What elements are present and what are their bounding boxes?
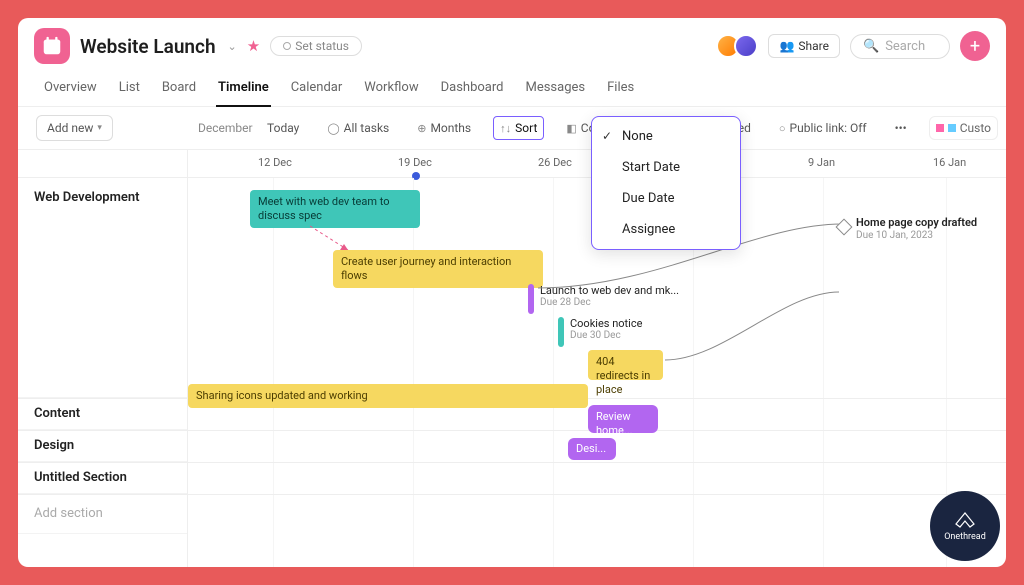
tab-timeline[interactable]: Timeline bbox=[216, 74, 271, 107]
timeline-toolbar: Add new ▾ December Today ◯All tasks ⊕Mon… bbox=[18, 107, 1006, 150]
task-sharing[interactable]: Sharing icons updated and working bbox=[188, 384, 588, 408]
color-icon: ◧ bbox=[566, 122, 576, 135]
search-placeholder: Search bbox=[885, 39, 925, 54]
link-icon: ○ bbox=[779, 122, 786, 135]
sort-option-none[interactable]: None bbox=[592, 121, 740, 152]
milestone-home-copy[interactable]: Home page copy drafted Due 10 Jan, 2023 bbox=[838, 218, 850, 237]
month-label: December bbox=[198, 121, 253, 135]
set-status-label: Set status bbox=[295, 39, 349, 53]
project-title: Website Launch bbox=[80, 35, 216, 58]
status-dot-icon bbox=[283, 42, 291, 50]
tab-board[interactable]: Board bbox=[160, 74, 198, 106]
tab-messages[interactable]: Messages bbox=[523, 74, 587, 106]
task-cookies-label: Cookies notice Due 30 Dec bbox=[570, 317, 642, 341]
sort-icon: ↑↓ bbox=[500, 122, 511, 135]
member-avatars[interactable] bbox=[722, 34, 758, 58]
more-button[interactable]: ••• bbox=[889, 117, 913, 139]
diamond-icon bbox=[836, 219, 853, 236]
star-icon[interactable]: ★ bbox=[247, 37, 260, 55]
share-button[interactable]: 👥 Share bbox=[768, 34, 840, 58]
share-label: Share bbox=[798, 39, 829, 53]
color-swatch-icon bbox=[948, 124, 956, 132]
people-icon: 👥 bbox=[779, 39, 794, 53]
app-icon bbox=[34, 28, 70, 64]
chevron-down-icon: ▾ bbox=[97, 123, 102, 133]
add-new-button[interactable]: Add new ▾ bbox=[36, 115, 113, 141]
all-tasks-filter[interactable]: ◯All tasks bbox=[321, 117, 395, 139]
add-section-button[interactable]: Add section bbox=[18, 494, 187, 534]
tab-calendar[interactable]: Calendar bbox=[289, 74, 345, 106]
public-link-button[interactable]: ○Public link: Off bbox=[773, 117, 873, 139]
onethread-logo-icon bbox=[953, 510, 977, 530]
onethread-badge: Onethread bbox=[930, 491, 1000, 561]
date-col: 9 Jan bbox=[808, 156, 835, 169]
check-circle-icon: ◯ bbox=[327, 122, 339, 135]
task-design[interactable]: Desi... bbox=[568, 438, 616, 460]
task-launch-web-bar[interactable] bbox=[528, 284, 534, 314]
zoom-months[interactable]: ⊕Months bbox=[411, 117, 477, 139]
date-col: 16 Jan bbox=[933, 156, 966, 169]
set-status-button[interactable]: Set status bbox=[270, 36, 362, 56]
calendar-icon bbox=[41, 35, 63, 57]
task-review-home[interactable]: Review home... bbox=[588, 405, 658, 433]
task-redirects[interactable]: 404 redirects in place bbox=[588, 350, 663, 380]
customize-button[interactable]: Custo bbox=[929, 116, 998, 140]
today-button[interactable]: Today bbox=[261, 117, 305, 139]
sort-option-start-date[interactable]: Start Date bbox=[592, 152, 740, 183]
tab-overview[interactable]: Overview bbox=[42, 74, 99, 106]
task-meet-spec[interactable]: Meet with web dev team to discuss spec bbox=[250, 190, 420, 228]
section-design[interactable]: Design bbox=[18, 430, 187, 462]
sort-button[interactable]: ↑↓Sort bbox=[493, 116, 544, 140]
sections-column: Web Development Content Design Untitled … bbox=[18, 150, 188, 567]
avatar bbox=[734, 34, 758, 58]
task-cookies-bar[interactable] bbox=[558, 317, 564, 347]
timeline-area: Web Development Content Design Untitled … bbox=[18, 150, 1006, 567]
search-icon: 🔍 bbox=[863, 39, 879, 54]
tab-workflow[interactable]: Workflow bbox=[362, 74, 420, 106]
add-button[interactable]: + bbox=[960, 31, 990, 61]
dependency-curve bbox=[663, 290, 843, 370]
app-window: Website Launch ⌄ ★ Set status 👥 Share 🔍 … bbox=[18, 18, 1006, 567]
date-col: 12 Dec bbox=[258, 156, 292, 169]
tab-dashboard[interactable]: Dashboard bbox=[439, 74, 506, 106]
project-dropdown-chevron[interactable]: ⌄ bbox=[228, 40, 237, 53]
date-col: 26 Dec bbox=[538, 156, 572, 169]
add-new-label: Add new bbox=[47, 121, 93, 135]
sort-option-assignee[interactable]: Assignee bbox=[592, 214, 740, 245]
tab-list[interactable]: List bbox=[117, 74, 142, 106]
search-input[interactable]: 🔍 Search bbox=[850, 34, 950, 59]
section-content[interactable]: Content bbox=[18, 398, 187, 430]
nav-tabs: Overview List Board Timeline Calendar Wo… bbox=[18, 68, 1006, 107]
task-user-journey[interactable]: Create user journey and interaction flow… bbox=[333, 250, 543, 288]
color-swatch-icon bbox=[936, 124, 944, 132]
sort-option-due-date[interactable]: Due Date bbox=[592, 183, 740, 214]
tab-files[interactable]: Files bbox=[605, 74, 636, 106]
zoom-icon: ⊕ bbox=[417, 122, 426, 135]
sort-dropdown: None Start Date Due Date Assignee bbox=[591, 116, 741, 250]
date-col: 19 Dec bbox=[398, 156, 432, 169]
section-web-development[interactable]: Web Development bbox=[18, 178, 187, 398]
section-untitled[interactable]: Untitled Section bbox=[18, 462, 187, 494]
header: Website Launch ⌄ ★ Set status 👥 Share 🔍 … bbox=[18, 18, 1006, 68]
